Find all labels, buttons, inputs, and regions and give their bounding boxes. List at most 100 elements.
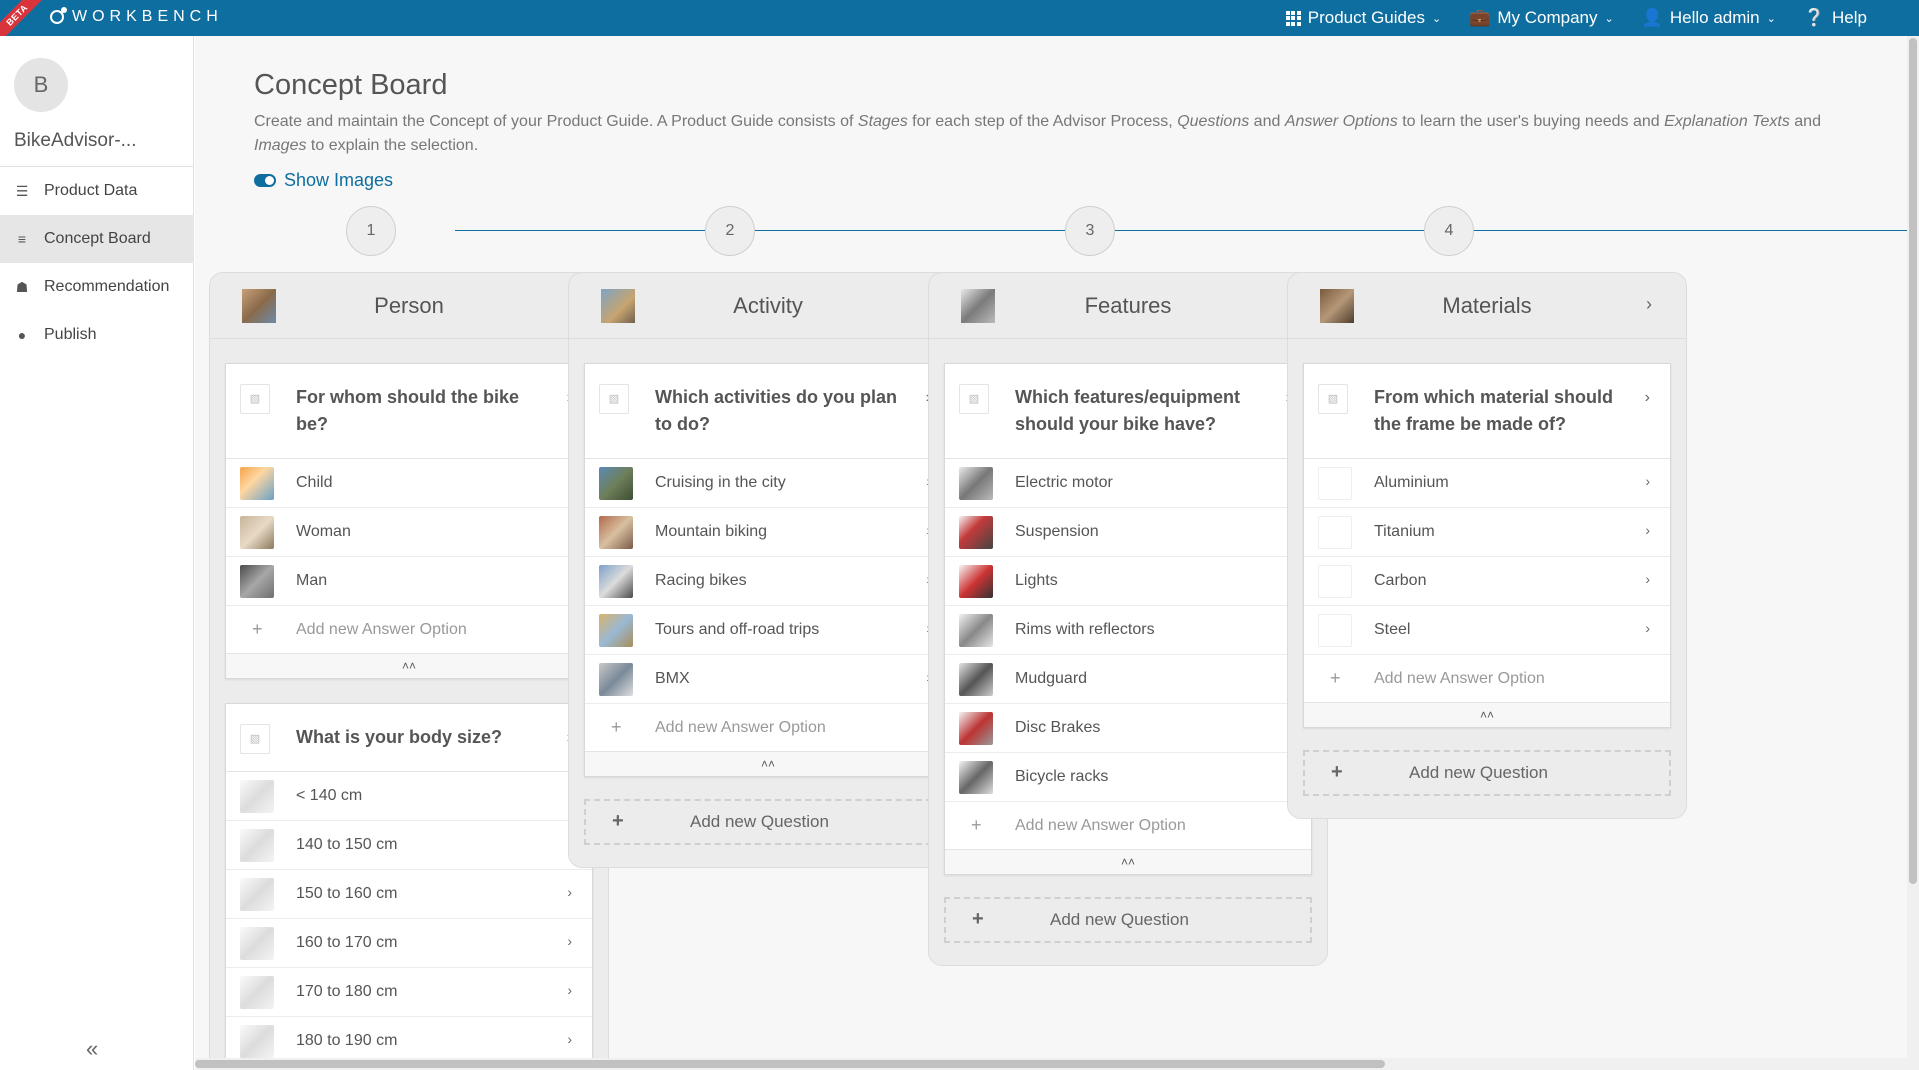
collapse-question-icon[interactable]: ˄˄ — [585, 752, 951, 776]
user-menu[interactable]: 👤 Hello admin ⌄ — [1642, 8, 1776, 28]
add-new-question-button[interactable]: + Add new Question — [944, 897, 1312, 943]
sidebar-item-publish[interactable]: ● Publish — [0, 311, 194, 359]
question-header[interactable]: ▧Which activities do you plan to do?› — [585, 364, 951, 459]
answer-option-label: Titanium — [1374, 523, 1435, 540]
answer-option-row[interactable]: 140 to 150 cm› — [226, 821, 592, 870]
collapse-question-icon[interactable]: ˄˄ — [226, 654, 592, 678]
answer-option-image — [599, 565, 633, 598]
answer-option-row[interactable]: Woman› — [226, 508, 592, 557]
horizontal-scroll-thumb[interactable] — [195, 1060, 1385, 1068]
answer-option-row[interactable]: Cruising in the city› — [585, 459, 951, 508]
company-menu[interactable]: 💼 My Company ⌄ — [1469, 8, 1614, 28]
answer-option-row[interactable]: Man› — [226, 557, 592, 606]
answer-option-row[interactable]: Mountain biking› — [585, 508, 951, 557]
stage-header[interactable]: Activity› — [569, 273, 967, 339]
page-title: Concept Board — [254, 69, 448, 101]
vertical-scroll-thumb[interactable] — [1909, 38, 1917, 884]
answer-option-row[interactable]: BMX› — [585, 655, 951, 704]
plus-icon: + — [612, 810, 624, 832]
answer-option-image — [959, 565, 993, 598]
add-new-question-label: Add new Question — [1409, 763, 1548, 782]
brand-logo[interactable]: WORKBENCH — [50, 7, 223, 26]
chevron-right-icon[interactable]: › — [567, 1031, 572, 1047]
chevron-right-icon[interactable]: › — [567, 933, 572, 949]
answer-option-row[interactable]: Aluminium › — [1304, 459, 1670, 508]
board-icon: ≡ — [17, 231, 27, 247]
chevron-right-icon[interactable]: › — [567, 884, 572, 900]
answer-option-row[interactable]: Racing bikes› — [585, 557, 951, 606]
toggle-on-icon — [254, 174, 276, 187]
add-answer-option-button[interactable]: + Add new Answer Option — [585, 704, 951, 752]
add-answer-option-button[interactable]: + Add new Answer Option — [945, 802, 1311, 850]
chevron-right-icon[interactable]: › — [1645, 522, 1650, 538]
answer-option-row[interactable]: 170 to 180 cm › — [226, 968, 592, 1017]
sidebar-item-product-data[interactable]: ☰ Product Data — [0, 167, 194, 215]
answer-option-row[interactable]: < 140 cm› — [226, 772, 592, 821]
sidebar-item-concept-board[interactable]: ≡ Concept Board — [0, 215, 194, 263]
vertical-scrollbar[interactable] — [1907, 36, 1919, 1058]
answer-option-row[interactable]: Lights› — [945, 557, 1311, 606]
add-new-question-button[interactable]: + Add new Question — [584, 799, 952, 845]
add-answer-option-button[interactable]: + Add new Answer Option — [1304, 655, 1670, 703]
sidebar-item-recommendation[interactable]: ☗ Recommendation — [0, 263, 194, 311]
answer-option-row[interactable]: Steel › — [1304, 606, 1670, 655]
answer-option-row[interactable]: 160 to 170 cm › — [226, 919, 592, 968]
question-card: ▧ Which features/equipment should your bi… — [944, 363, 1312, 875]
add-new-question-button[interactable]: + Add new Question — [1303, 750, 1671, 796]
stage-image — [1320, 289, 1354, 323]
grid-icon — [1285, 10, 1301, 26]
collapse-question-icon[interactable]: ˄˄ — [945, 850, 1311, 874]
answer-option-row[interactable]: Electric motor› — [945, 459, 1311, 508]
horizontal-scrollbar[interactable] — [195, 1058, 1919, 1070]
answer-option-row[interactable]: Disc Brakes› — [945, 704, 1311, 753]
answer-option-row[interactable]: Mudguard› — [945, 655, 1311, 704]
show-images-toggle[interactable]: Show Images — [254, 170, 393, 191]
chevron-right-icon[interactable]: › — [1646, 294, 1652, 315]
answer-option-image — [1318, 614, 1352, 647]
collapse-question-icon[interactable]: ˄˄ — [1304, 703, 1670, 727]
question-header[interactable]: ▧What is your body size?› — [226, 704, 592, 772]
answer-option-label: Racing bikes — [655, 572, 747, 589]
step-line — [455, 230, 1919, 231]
stage-header[interactable]: Materials › — [1288, 273, 1686, 339]
question-header[interactable]: ▧ Which features/equipment should your bi… — [945, 364, 1311, 459]
add-answer-option-button[interactable]: + Add new Answer Option — [226, 606, 592, 654]
question-card: ▧For whom should the bike be?›Child›Woma… — [225, 363, 593, 679]
product-guides-menu[interactable]: Product Guides ⌄ — [1285, 8, 1441, 28]
stage-header[interactable]: Person› — [210, 273, 608, 339]
sidebar-item-label: Product Data — [44, 182, 138, 199]
answer-option-image — [1318, 516, 1352, 549]
help-link[interactable]: ❔ Help — [1804, 8, 1867, 28]
answer-option-row[interactable]: Suspension› — [945, 508, 1311, 557]
stage-person: Person› ▧ For whom should the bike be? › Chi… — [209, 272, 609, 1070]
answer-option-image — [959, 761, 993, 794]
product-guides-label: Product Guides — [1307, 8, 1425, 27]
answer-option-row[interactable]: Titanium › — [1304, 508, 1670, 557]
stage-features: Features› ▧ Which features/equipment shoul… — [928, 272, 1328, 966]
collapse-sidebar-icon[interactable]: « — [86, 1036, 98, 1062]
add-answer-option-label: Add new Answer Option — [655, 718, 826, 736]
answer-option-row[interactable]: Tours and off-road trips› — [585, 606, 951, 655]
chevron-right-icon[interactable]: › — [1645, 384, 1650, 411]
help-icon: ❔ — [1803, 8, 1826, 27]
project-avatar[interactable]: B — [14, 58, 68, 112]
answer-option-row[interactable]: Carbon › — [1304, 557, 1670, 606]
chevron-right-icon[interactable]: › — [567, 982, 572, 998]
question-header[interactable]: ▧For whom should the bike be?› — [226, 364, 592, 459]
answer-option-row[interactable]: Bicycle racks› — [945, 753, 1311, 802]
chevron-right-icon[interactable]: › — [1645, 473, 1650, 489]
sidebar: B BikeAdvisor-... ☰ Product Data ≡ Concept … — [0, 36, 194, 1070]
answer-option-row[interactable]: Rims with reflectors› — [945, 606, 1311, 655]
question-header[interactable]: ▧ From which material should the frame be… — [1304, 364, 1670, 459]
chevron-down-icon: ⌄ — [1766, 12, 1776, 25]
answer-option-row[interactable]: Child› — [226, 459, 592, 508]
project-name[interactable]: BikeAdvisor-... — [14, 130, 136, 152]
stage-header[interactable]: Features› — [929, 273, 1327, 339]
chevron-right-icon[interactable]: › — [1645, 571, 1650, 587]
logo-icon — [50, 7, 67, 24]
image-placeholder-icon: ▧ — [599, 384, 629, 414]
chevron-right-icon[interactable]: › — [1645, 620, 1650, 636]
answer-option-row[interactable]: 150 to 160 cm › — [226, 870, 592, 919]
answer-option-image — [240, 976, 274, 1009]
answer-option-image — [240, 878, 274, 911]
